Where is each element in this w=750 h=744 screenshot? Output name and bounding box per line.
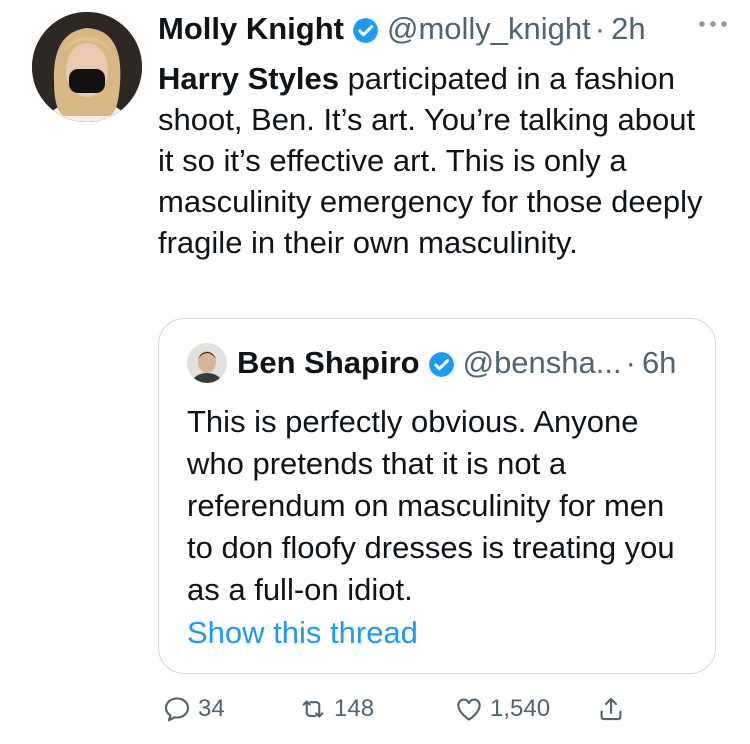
quoted-tweet-header: Ben Shapiro @bensha... · 6h [187,343,676,383]
quoted-author-name: Ben Shapiro [237,345,420,380]
verified-badge-icon [352,16,379,43]
author-name[interactable]: Molly Knight [158,11,344,47]
profile-photo [32,12,142,122]
tweet-text: Harry Styles participated in a fashion s… [158,58,718,263]
tweet-time[interactable]: 2h [611,11,645,47]
like-count: 1,540 [490,695,551,722]
show-thread-link[interactable]: Show this thread [187,615,418,651]
share-button[interactable] [596,694,632,724]
quoted-author-handle: @bensha... [462,345,622,380]
tweet: Molly Knight @molly_knight · 2h Harry St… [158,0,738,263]
retweet-button[interactable]: 148 [298,694,374,724]
separator-dot: · [594,11,606,46]
separator-dot: · [625,345,636,380]
like-button[interactable]: 1,540 [454,694,550,724]
verified-badge-icon [428,350,455,377]
author-handle[interactable]: @molly_knight [387,11,591,47]
retweet-count: 148 [334,695,375,722]
quoted-tweet[interactable]: Ben Shapiro @bensha... · 6h This is perf… [158,318,716,674]
tweet-text-mention: Harry Styles [158,61,339,96]
reply-button[interactable]: 34 [162,694,225,724]
retweet-icon [302,700,324,718]
author-avatar[interactable] [32,12,142,122]
quoted-tweet-text: This is perfectly obvious. Anyone who pr… [187,404,675,607]
heart-icon [457,698,481,721]
tweet-actions: 34 148 1,540 [158,694,658,734]
more-dots-icon[interactable] [696,14,730,34]
share-icon [600,697,622,721]
reply-count: 34 [198,695,225,722]
quoted-author-avatar [187,343,227,383]
quoted-tweet-time: 6h [641,345,677,380]
reply-icon [164,697,190,722]
tweet-header: Molly Knight @molly_knight · 2h [158,0,738,58]
